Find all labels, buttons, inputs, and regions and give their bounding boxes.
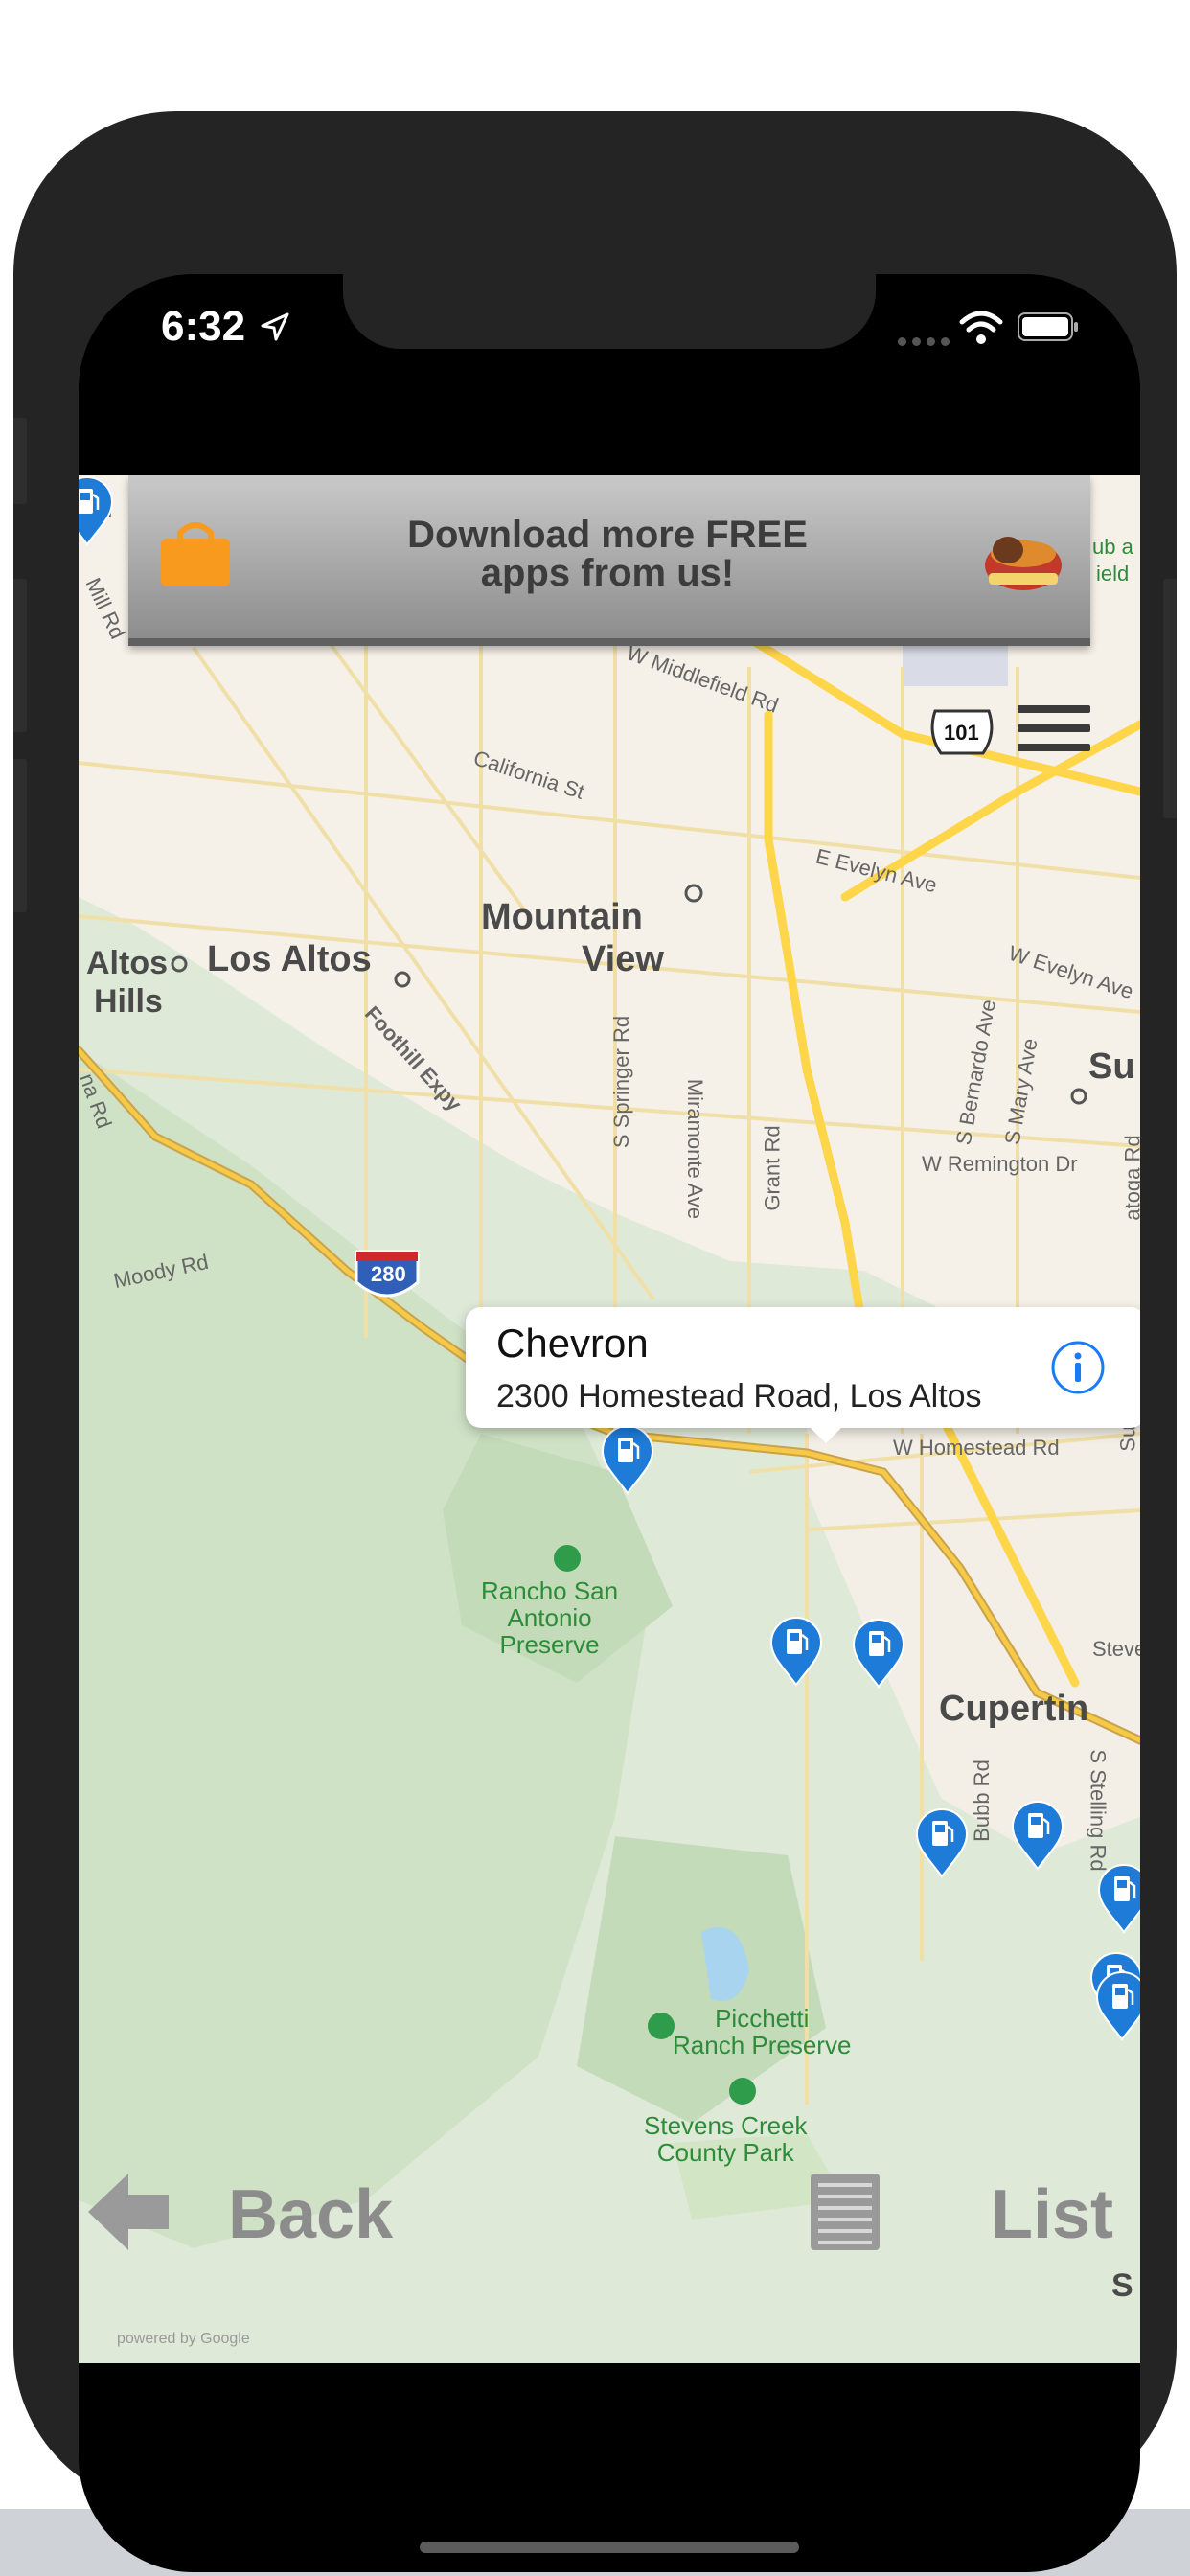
highway-280-label: 280 [371,1262,406,1286]
screen: 6:32 Mountain View Los Altos Altos Hills… [79,274,1140,2572]
street-stelling: S Stelling Rd [1086,1749,1110,1872]
street-ield: ield [1096,562,1130,586]
list-icon [811,2174,880,2250]
callout-tail [805,1422,847,1443]
info-button[interactable] [1050,1340,1106,1395]
back-button[interactable]: Back [84,2162,410,2258]
callout-address: 2300 Homestead Road, Los Altos [496,1378,982,1414]
list-label: List [991,2176,1114,2253]
burger-thumbnail-icon [985,537,1062,590]
street-remington: W Remington Dr [922,1152,1078,1176]
city-label-cupertino: Cupertin [939,1689,1089,1729]
home-indicator [420,2542,799,2553]
station-callout[interactable]: Chevron 2300 Homestead Road, Los Altos [466,1307,1140,1443]
ad-text: Download more FREE apps from us! [301,516,914,592]
volume-down-button [13,759,27,912]
ad-line-1: Download more FREE [407,514,808,556]
cellular-signal-icon [898,334,955,346]
gas-station-pin-icon[interactable] [768,1616,824,1687]
map-view[interactable]: Mountain View Los Altos Altos Hills Cupe… [79,475,1140,2363]
street-homestead: W Homestead Rd [893,1436,1060,1460]
ad-banner[interactable]: Download more FREE apps from us! [128,475,1090,646]
park-label-picchetti: Picchetti Ranch Preserve [673,2004,852,2059]
phone-frame: 6:32 Mountain View Los Altos Altos Hills… [13,111,1177,2572]
city-label-los-altos: Los Altos [207,939,372,979]
back-arrow-icon [88,2174,169,2250]
mute-switch [13,418,27,504]
highway-101-label: 101 [944,721,979,745]
shopping-bag-icon [161,522,230,586]
city-label-mountain-view-1: Mountain [481,897,643,937]
callout-title: Chevron [496,1321,649,1366]
city-label-altos-hills-1: Altos [86,945,168,981]
city-label-mountain-view-2: View [582,939,664,979]
street-hub: ub a [1092,535,1133,559]
street-grant: Grant Rd [760,1125,785,1211]
gas-station-pin-icon[interactable] [79,475,115,546]
street-steve: Steve [1092,1637,1140,1661]
google-attribution: powered by Google [117,2331,250,2347]
status-time: 6:32 [161,303,246,350]
battery-icon [1018,312,1078,341]
notch [343,274,876,349]
gas-station-pin-icon[interactable] [914,1807,970,1878]
wifi-icon [959,310,1003,344]
ad-line-2: apps from us! [480,552,735,594]
back-label: Back [228,2176,394,2253]
gas-station-pin-icon[interactable] [851,1618,906,1689]
gas-station-pin-icon[interactable] [1096,1863,1140,1934]
street-miramonte: Miramonte Ave [683,1078,708,1220]
park-label-stevens-creek: Stevens Creek County Park [644,2111,808,2167]
location-arrow-icon [261,312,289,341]
volume-up-button [13,579,27,732]
city-label-sunnyvale: Su [1088,1046,1135,1087]
street-springer: S Springer Rd [609,1015,634,1149]
list-button[interactable]: List [809,2162,1134,2258]
gas-station-pin-icon[interactable] [1010,1800,1065,1871]
city-label-altos-hills-2: Hills [94,983,163,1020]
park-label-rancho: Rancho San Antonio Preserve [481,1576,619,1659]
city-label-bottom-right: S [1111,2267,1133,2304]
street-bubb: Bubb Rd [969,1760,994,1842]
gas-station-pin-icon[interactable] [1094,1970,1140,2041]
power-button [1163,579,1177,818]
menu-icon[interactable] [1018,705,1090,759]
gas-station-pin-icon[interactable] [600,1424,655,1495]
street-atoga: atoga Rd [1120,1135,1140,1221]
